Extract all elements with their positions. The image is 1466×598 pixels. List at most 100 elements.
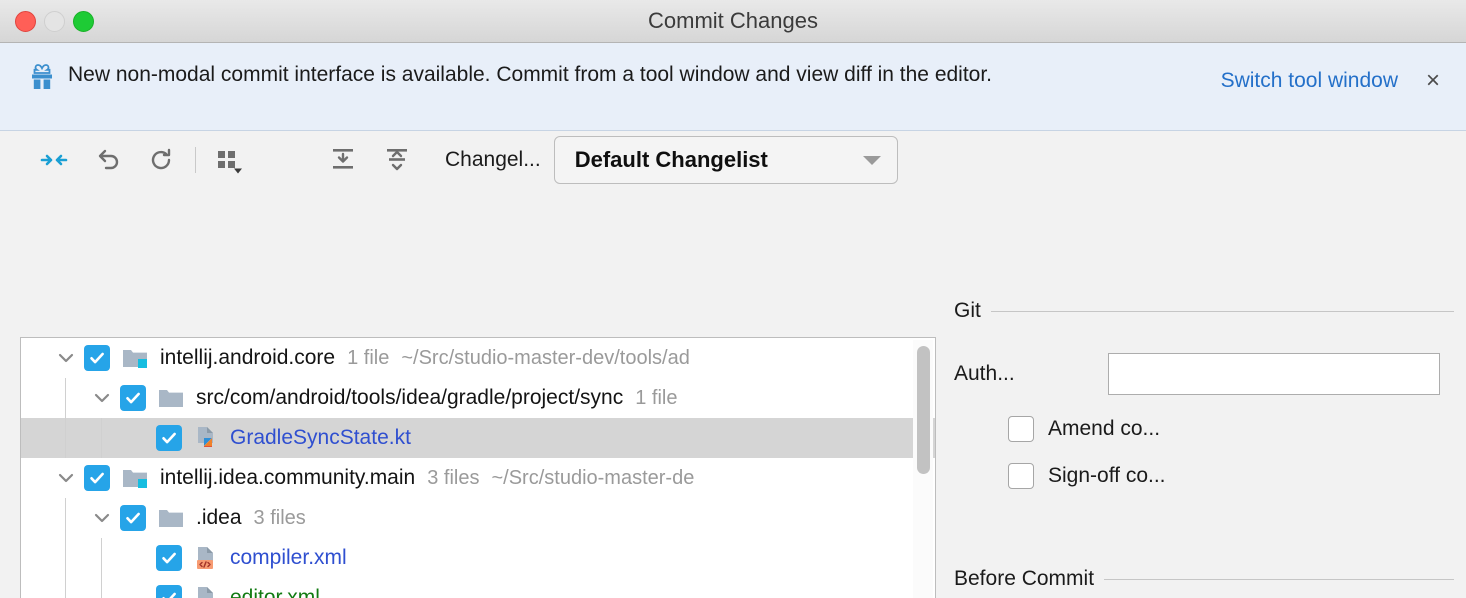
- tree-row-content: editor.xml: [156, 585, 320, 598]
- tree-row-checkbox[interactable]: [120, 385, 146, 411]
- show-diff-icon[interactable]: [34, 140, 74, 180]
- author-label: Auth...: [954, 362, 1015, 385]
- tree-row-path: ~/Src/studio-master-dev/tools/ad: [401, 346, 690, 369]
- window-titlebar: Commit Changes: [0, 0, 1466, 43]
- tree-row-content: .idea 3 files: [120, 505, 306, 531]
- tree-indent-guide: [101, 418, 102, 458]
- folder-icon: [157, 386, 185, 410]
- xml-file-icon: [193, 545, 219, 571]
- tree-row[interactable]: src/com/android/tools/idea/gradle/projec…: [21, 378, 935, 418]
- minimize-button[interactable]: [44, 10, 65, 32]
- before-commit-group-title: Before Commit: [954, 567, 1095, 590]
- chevron-down-icon: [862, 155, 881, 165]
- changes-tree[interactable]: intellij.android.core 1 file ~/Src/studio-…: [21, 338, 935, 598]
- tree-row[interactable]: GradleSyncState.kt: [21, 418, 935, 458]
- tree-row-checkbox[interactable]: [156, 585, 182, 598]
- collapse-all-icon[interactable]: [377, 140, 417, 180]
- toolbar-separator: [195, 147, 196, 173]
- group-by-icon[interactable]: [209, 140, 249, 180]
- git-options-group: Git Auth... Amend co... Sign-off co...: [954, 299, 1454, 489]
- close-icon[interactable]: ×: [1426, 69, 1440, 93]
- changes-toolbar: Changel... Default Changelist: [0, 131, 944, 189]
- tree-indent-guide: [65, 578, 66, 598]
- git-group-title: Git: [954, 299, 981, 322]
- tree-expand-toggle-icon[interactable]: [55, 347, 77, 369]
- changelist-selected-value: Default Changelist: [574, 147, 768, 172]
- tree-indent-guide: [65, 538, 66, 578]
- tree-indent-guide: [65, 498, 66, 538]
- sign-off-commit-label: Sign-off co...: [1048, 464, 1166, 487]
- changelist-label: Changel...: [445, 148, 541, 171]
- amend-commit-checkbox[interactable]: Amend co...: [1008, 416, 1454, 442]
- tree-row-label: editor.xml: [230, 586, 320, 598]
- before-commit-group-header: Before Commit: [954, 567, 1454, 591]
- sign-off-commit-checkbox-box[interactable]: [1008, 463, 1034, 489]
- kotlin-file-icon: [193, 425, 219, 451]
- notification-text: New non-modal commit interface is availa…: [68, 63, 993, 86]
- tree-row-file-count: 3 files: [427, 466, 480, 489]
- group-divider: [990, 310, 1454, 312]
- module-folder-icon: [121, 466, 149, 490]
- tree-indent-guide: [65, 418, 66, 458]
- expand-all-icon[interactable]: [323, 140, 363, 180]
- tree-row-file-count: 1 file: [347, 346, 390, 369]
- tree-expand-toggle-icon[interactable]: [55, 467, 77, 489]
- refresh-icon[interactable]: [142, 140, 182, 180]
- revert-icon[interactable]: [88, 140, 128, 180]
- tree-row[interactable]: intellij.android.core 1 file ~/Src/studio-…: [21, 338, 935, 378]
- tree-row-label: compiler.xml: [230, 546, 347, 569]
- module-folder-icon: [121, 346, 149, 370]
- traffic-light-group: [15, 10, 94, 32]
- tree-row-label: intellij.idea.community.main: [160, 466, 416, 489]
- group-divider: [1104, 578, 1454, 580]
- amend-commit-checkbox-box[interactable]: [1008, 416, 1034, 442]
- tree-row[interactable]: .idea 3 files: [21, 498, 935, 538]
- tree-indent-guide: [65, 378, 66, 418]
- tree-row-label: intellij.android.core: [160, 346, 336, 369]
- changes-tree-panel: intellij.android.core 1 file ~/Src/studio-…: [20, 337, 936, 598]
- changes-pane: Changel... Default Changelist intellij.a…: [0, 131, 944, 598]
- commit-options-pane: Git Auth... Amend co... Sign-off co... B…: [944, 131, 1466, 598]
- notification-banner: New non-modal commit interface is availa…: [0, 43, 1466, 131]
- tree-vertical-scrollbar[interactable]: [913, 340, 933, 598]
- tree-row-file-count: 1 file: [635, 386, 678, 409]
- dialog-body: Changel... Default Changelist intellij.a…: [0, 131, 1466, 598]
- close-button[interactable]: [15, 10, 36, 32]
- tree-row-checkbox[interactable]: [156, 545, 182, 571]
- author-input[interactable]: [1108, 353, 1440, 395]
- amend-commit-label: Amend co...: [1048, 417, 1161, 440]
- tree-row-content: compiler.xml: [156, 545, 347, 571]
- tree-row-path: ~/Src/studio-master-de: [491, 466, 695, 489]
- git-group-header: Git: [954, 299, 1454, 323]
- tree-expand-toggle-icon[interactable]: [91, 387, 113, 409]
- tree-row-checkbox[interactable]: [156, 425, 182, 451]
- before-commit-group: Before Commit Reformat code Rearrange co…: [954, 567, 1454, 598]
- author-field-row: Auth...: [954, 353, 1454, 395]
- tree-row-content: intellij.idea.community.main 3 files ~/Src…: [84, 465, 694, 491]
- xml-file-icon: [193, 585, 219, 598]
- tree-indent-guide: [101, 538, 102, 578]
- sign-off-commit-checkbox[interactable]: Sign-off co...: [1008, 463, 1454, 489]
- window-title: Commit Changes: [648, 8, 818, 33]
- tree-row-content: src/com/android/tools/idea/gradle/projec…: [120, 385, 677, 411]
- tree-row-label: GradleSyncState.kt: [230, 426, 411, 449]
- changelist-dropdown[interactable]: Default Changelist: [553, 136, 898, 184]
- gift-icon: [28, 63, 56, 96]
- tree-row[interactable]: intellij.idea.community.main 3 files ~/Src…: [21, 458, 935, 498]
- tree-vertical-scrollbar-thumb[interactable]: [917, 346, 930, 474]
- tree-row-content: intellij.android.core 1 file ~/Src/studio-…: [84, 345, 690, 371]
- folder-icon: [157, 506, 185, 530]
- tree-row-content: GradleSyncState.kt: [156, 425, 411, 451]
- tree-row[interactable]: editor.xml: [21, 578, 935, 598]
- tree-expand-toggle-icon[interactable]: [91, 507, 113, 529]
- switch-tool-window-link[interactable]: Switch tool window: [1221, 69, 1398, 93]
- tree-row-label: src/com/android/tools/idea/gradle/projec…: [196, 386, 624, 409]
- tree-row-checkbox[interactable]: [84, 345, 110, 371]
- tree-row-label: .idea: [196, 506, 242, 529]
- tree-row[interactable]: compiler.xml: [21, 538, 935, 578]
- tree-row-checkbox[interactable]: [84, 465, 110, 491]
- zoom-button[interactable]: [73, 10, 94, 32]
- tree-row-checkbox[interactable]: [120, 505, 146, 531]
- tree-indent-guide: [101, 578, 102, 598]
- tree-row-file-count: 3 files: [253, 506, 306, 529]
